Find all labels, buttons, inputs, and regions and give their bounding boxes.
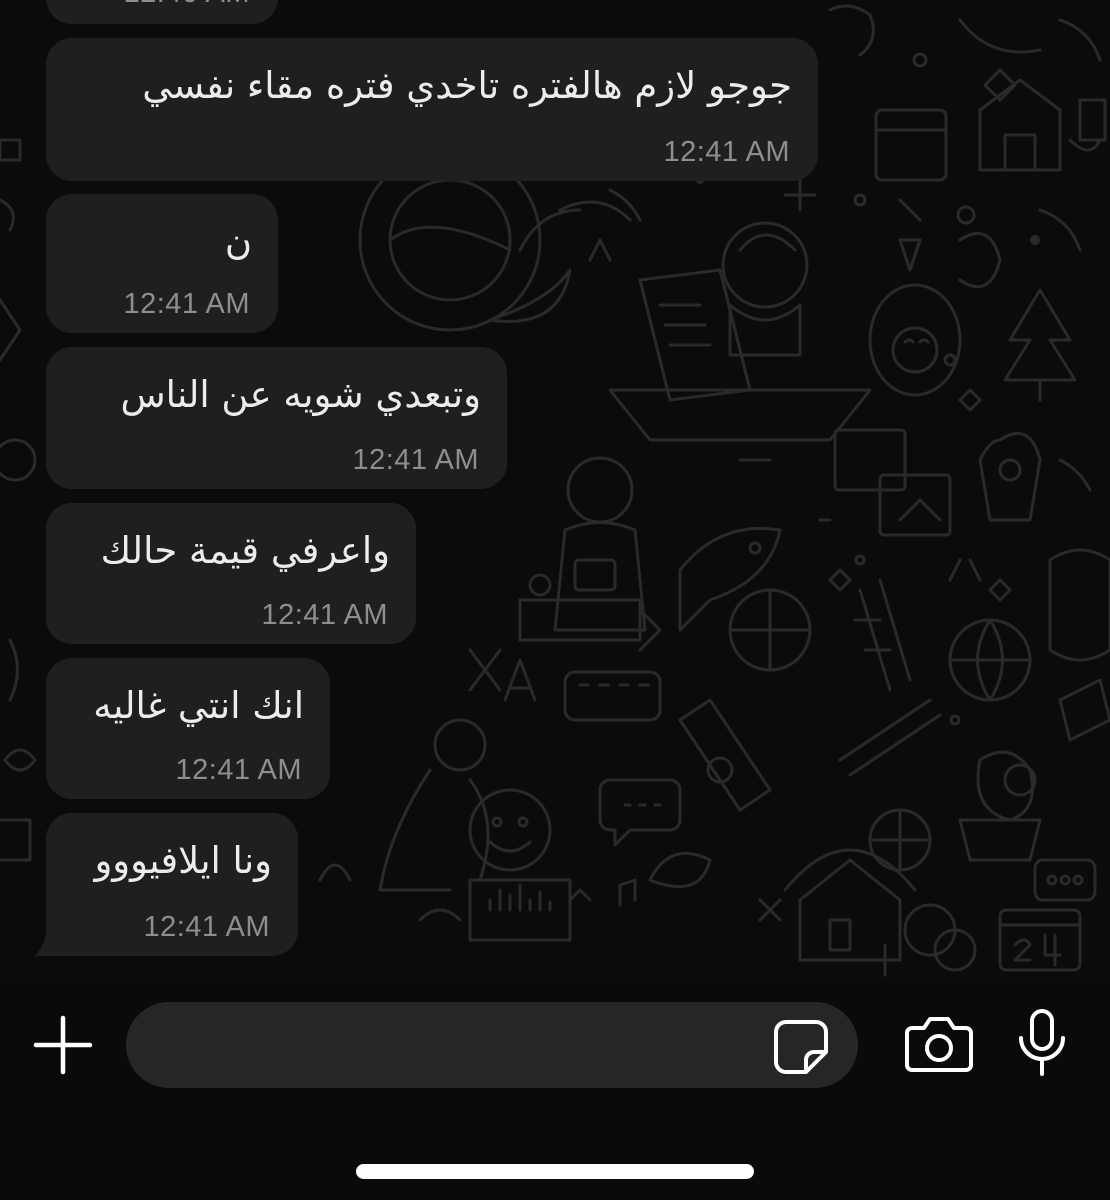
- message-text: ن: [224, 220, 252, 263]
- message-bubble-previous[interactable]: 12:40 AM: [46, 0, 278, 24]
- message-input[interactable]: [156, 1020, 760, 1072]
- message-time: 12:41 AM: [123, 288, 250, 320]
- message-text: وتبعدي شويه عن الناس: [120, 373, 482, 416]
- microphone-icon: [1019, 1009, 1065, 1076]
- message-time: 12:41 AM: [261, 599, 388, 631]
- message-time: 12:41 AM: [663, 136, 790, 168]
- bubble-tail: [34, 925, 70, 956]
- plus-icon: [33, 1015, 93, 1075]
- message-time: 12:40 AM: [123, 0, 250, 10]
- message-bubble[interactable]: واعرفي قيمة حالك 12:41 AM: [46, 503, 416, 644]
- sticker-icon: [774, 1020, 828, 1074]
- message-input-field[interactable]: [126, 1002, 858, 1088]
- message-bubble[interactable]: انك انتي غاليه 12:41 AM: [46, 658, 330, 799]
- camera-button[interactable]: [904, 1014, 974, 1074]
- camera-icon: [905, 1017, 973, 1072]
- home-indicator[interactable]: [356, 1164, 754, 1179]
- message-bubble[interactable]: جوجو لازم هالفتره تاخدي فتره مقاء نفسي 1…: [46, 38, 818, 181]
- message-time: 12:41 AM: [143, 911, 270, 943]
- message-text: جوجو لازم هالفتره تاخدي فتره مقاء نفسي: [142, 64, 792, 107]
- message-bubble[interactable]: وتبعدي شويه عن الناس 12:41 AM: [46, 347, 507, 489]
- message-text: ونا ايلافيووو: [94, 839, 272, 882]
- message-time: 12:41 AM: [175, 754, 302, 786]
- message-text: واعرفي قيمة حالك: [100, 529, 390, 572]
- message-text: انك انتي غاليه: [93, 684, 304, 727]
- message-bubble[interactable]: ن 12:41 AM: [46, 194, 278, 333]
- message-bubble[interactable]: ونا ايلافيووو 12:41 AM: [46, 813, 298, 956]
- voice-message-button[interactable]: [1014, 1008, 1070, 1078]
- attach-button[interactable]: [30, 1012, 96, 1078]
- chat-area[interactable]: 12:40 AM جوجو لازم هالفتره تاخدي فتره مق…: [0, 0, 1110, 978]
- sticker-button[interactable]: [772, 1018, 830, 1076]
- message-time: 12:41 AM: [352, 444, 479, 476]
